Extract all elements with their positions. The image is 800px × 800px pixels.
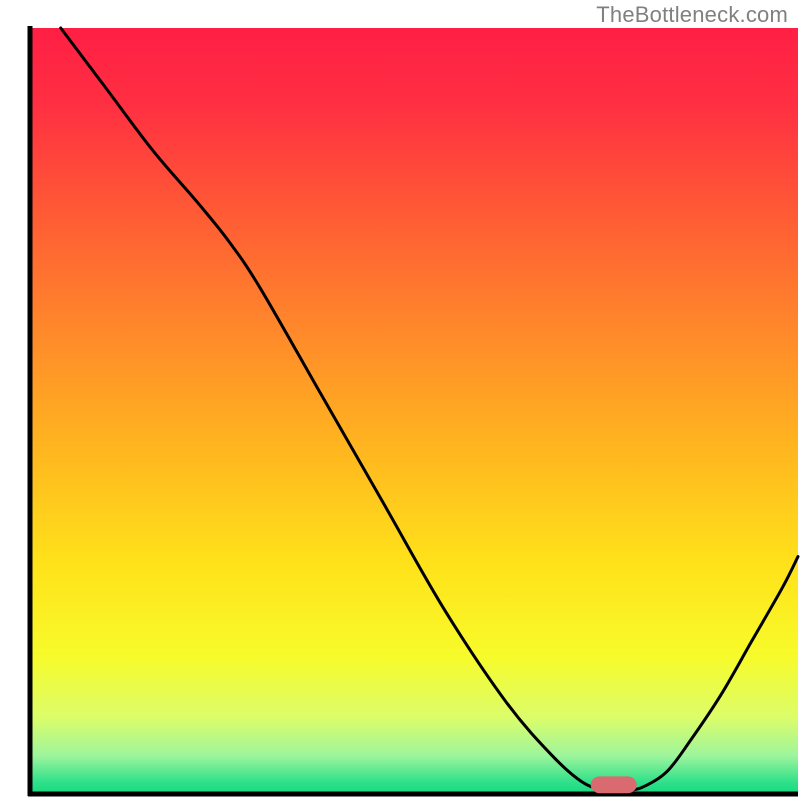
optimal-marker (591, 776, 637, 793)
chart-container: TheBottleneck.com (0, 0, 800, 800)
bottleneck-chart (0, 0, 800, 800)
watermark-text: TheBottleneck.com (596, 2, 788, 28)
